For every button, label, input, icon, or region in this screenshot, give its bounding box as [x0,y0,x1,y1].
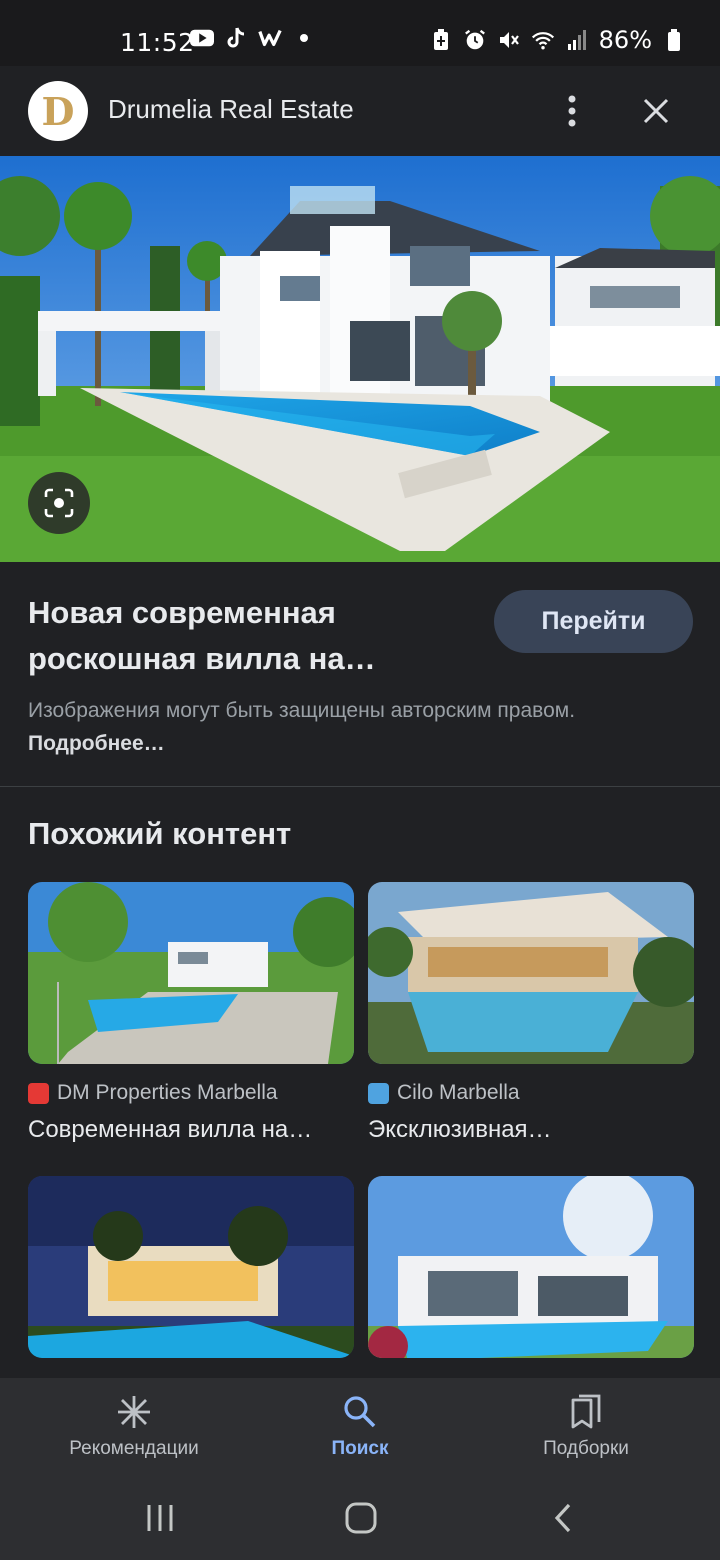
divider [0,786,720,787]
recents-icon [147,1505,173,1531]
result-title: Новая современная роскошная вилла на… [28,595,376,676]
villa-pool-photo [0,156,720,562]
status-time: 11:52 [120,28,195,57]
site-logo[interactable]: D [28,81,88,141]
alarm-icon [463,28,487,52]
battery-icon [662,28,686,52]
similar-card[interactable]: Cilo Marbella Эксклюзивная… [368,882,694,1144]
asterisk-icon [116,1394,152,1430]
w-app-icon [258,26,282,50]
villa-thumbnail-1 [28,882,354,1064]
home-button[interactable] [331,1498,391,1538]
home-icon [345,1502,377,1534]
card-source: Cilo Marbella [368,1080,694,1106]
back-icon [554,1503,571,1533]
card-source: DM Properties Marbella [28,1080,354,1106]
nav-search[interactable]: Поиск [240,1378,480,1476]
card-source-name: Cilo Marbella [397,1081,520,1104]
more-options-button[interactable] [552,88,592,134]
nav-label: Поиск [331,1438,389,1459]
image-viewer-header: D Drumelia Real Estate [0,66,720,156]
signal-icon [565,28,589,52]
notification-icons [190,26,316,50]
lens-search-button[interactable] [28,472,90,534]
search-icon [342,1394,378,1430]
collections-icon [569,1394,603,1430]
more-vert-icon [568,95,576,127]
cilo-favicon [368,1082,389,1104]
similar-card[interactable] [368,1176,694,1358]
site-name[interactable]: Drumelia Real Estate [108,94,354,125]
copyright-text: Изображения могут быть защищены авторски… [28,699,576,722]
back-button[interactable] [533,1498,593,1538]
villa-thumbnail-2 [368,882,694,1064]
visit-button[interactable]: Перейти [494,590,693,653]
status-bar: 11:52 86% [0,0,720,66]
system-navigation-bar [0,1476,720,1560]
nav-collections[interactable]: Подборки [466,1378,706,1476]
card-source-name: DM Properties Marbella [57,1081,278,1104]
battery-saver-icon [429,28,453,52]
nav-recommendations[interactable]: Рекомендации [14,1378,254,1476]
tiktok-icon [224,26,248,50]
similar-card[interactable] [28,1176,354,1358]
wifi-icon [531,28,555,52]
lens-icon [44,488,74,518]
similar-card[interactable]: DM Properties Marbella Современная вилла… [28,882,354,1144]
dm-properties-favicon [28,1082,49,1104]
mute-icon [497,28,521,52]
learn-more-link[interactable]: Подробнее… [28,732,165,755]
card-thumbnail[interactable] [368,1176,694,1358]
main-image[interactable] [0,156,720,562]
close-icon [643,98,669,124]
villa-thumbnail-3 [28,1176,354,1358]
youtube-icon [190,26,214,50]
nav-label: Рекомендации [69,1438,199,1459]
system-status-icons: 86% [429,26,686,54]
card-thumbnail[interactable] [28,882,354,1064]
card-thumbnail[interactable] [368,882,694,1064]
bottom-navigation: Рекомендации Поиск Подборки [0,1378,720,1476]
card-title: Эксклюзивная… [368,1116,552,1143]
villa-thumbnail-4 [368,1176,694,1358]
close-button[interactable] [634,88,678,134]
recents-button[interactable] [130,1498,190,1538]
card-thumbnail[interactable] [28,1176,354,1358]
nav-label: Подборки [543,1438,629,1459]
copyright-notice: Изображения могут быть защищены авторски… [28,694,628,760]
battery-percentage: 86% [598,26,652,54]
site-logo-letter: D [41,88,75,134]
dot-icon [292,26,316,50]
similar-content-heading: Похожий контент [28,816,292,851]
card-title: Современная вилла на… [28,1116,313,1143]
